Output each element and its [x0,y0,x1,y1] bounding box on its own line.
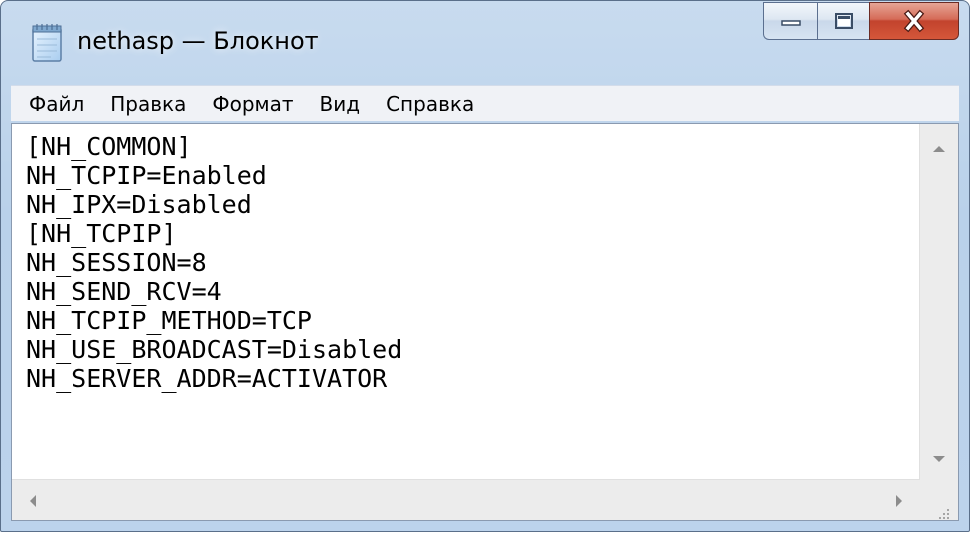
maximize-button[interactable] [817,2,869,40]
arrow-up-icon[interactable] [933,146,945,152]
text-editor[interactable]: [NH_COMMON] NH_TCPIP=Enabled NH_IPX=Disa… [11,123,959,521]
text-line: [NH_COMMON] [26,132,192,161]
text-line: NH_TCPIP=Enabled [26,161,267,190]
text-line: [NH_TCPIP] [26,219,177,248]
minimize-button[interactable] [763,2,817,40]
arrow-down-icon[interactable] [933,456,945,462]
close-icon [903,9,925,33]
arrow-right-icon[interactable] [896,495,902,507]
arrow-left-icon[interactable] [30,495,36,507]
text-line: NH_SERVER_ADDR=ACTIVATOR [26,364,388,393]
menu-help[interactable]: Справка [386,92,474,116]
menu-edit[interactable]: Правка [110,92,186,116]
title-bar[interactable]: nethasp — Блокнот [1,1,969,81]
window-title: nethasp — Блокнот [77,27,319,55]
text-line: NH_IPX=Disabled [26,190,252,219]
menu-bar: Файл Правка Формат Вид Справка [11,85,959,121]
notepad-icon [32,24,62,62]
resize-grip[interactable] [920,480,958,520]
menu-view[interactable]: Вид [320,92,361,116]
text-line: NH_SEND_RCV=4 [26,277,222,306]
notepad-window: nethasp — Блокнот Файл Правка Формат Вид… [0,0,970,532]
vertical-scrollbar[interactable] [919,124,958,480]
close-button[interactable] [869,2,959,40]
resize-grip-icon [939,509,949,519]
text-content[interactable]: [NH_COMMON] NH_TCPIP=Enabled NH_IPX=Disa… [12,124,920,480]
text-line: NH_TCPIP_METHOD=TCP [26,306,312,335]
minimize-icon [780,20,801,26]
text-line: NH_SESSION=8 [26,248,207,277]
text-line: NH_USE_BROADCAST=Disabled [26,335,403,364]
maximize-icon [834,13,853,29]
horizontal-scrollbar[interactable] [12,479,920,520]
window-controls [763,2,959,42]
menu-file[interactable]: Файл [29,92,84,116]
menu-format[interactable]: Формат [212,92,293,116]
